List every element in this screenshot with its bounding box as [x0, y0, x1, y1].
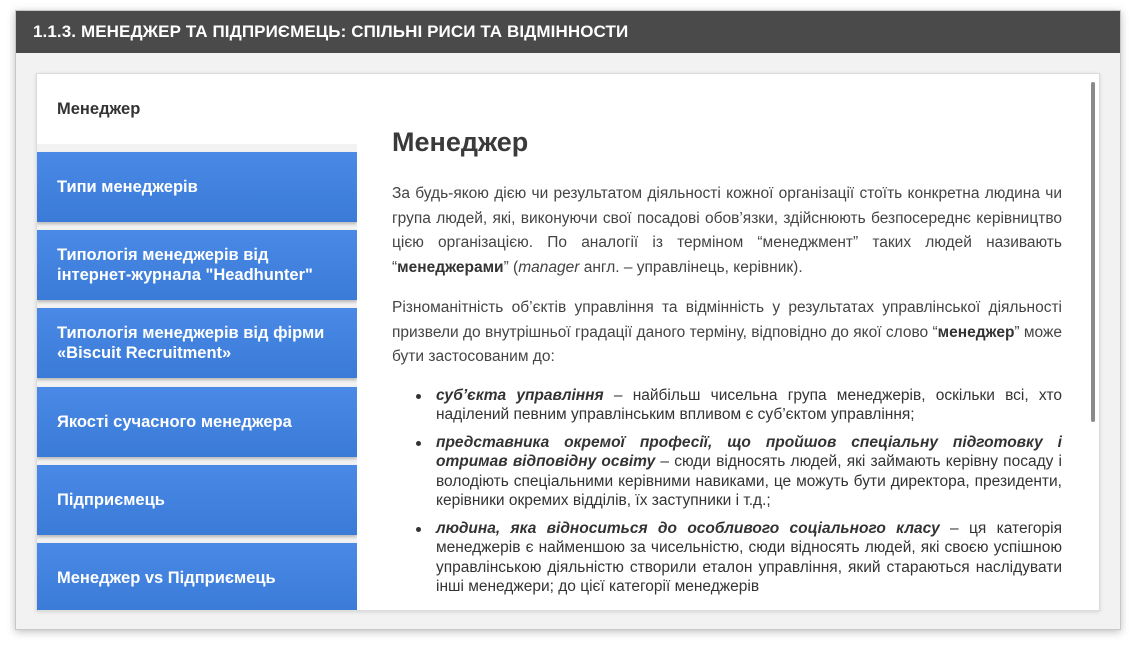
sidebar-item-label: Менеджер [57, 100, 141, 118]
lesson-panel: Менеджер Типи менеджерів Типологія менед… [36, 73, 1100, 611]
sidebar-item-label: Підприємець [57, 491, 165, 509]
gradation-paragraph: Різноманітність об’єктів управління та в… [392, 299, 1062, 365]
sidebar-item-label: Менеджер vs Підприємець [57, 569, 276, 587]
sidebar: Менеджер Типи менеджерів Типологія менед… [37, 74, 357, 610]
sidebar-item-manager-vs-entrepreneur[interactable]: Менеджер vs Підприємець [37, 543, 357, 610]
intro-paragraph: За будь-якою дією чи результатом діяльно… [392, 185, 1062, 276]
sidebar-item-biscuit-typology[interactable]: Типологія менеджерів від фірми «Biscuit … [37, 308, 357, 378]
sidebar-item-label: Якості сучасного менеджера [57, 413, 292, 431]
list-item: представника окремої професії, що пройшо… [416, 433, 1062, 509]
sidebar-item-headhunter-typology[interactable]: Типологія менеджерів від інтернет-журнал… [37, 230, 357, 300]
sidebar-item-entrepreneur[interactable]: Підприємець [37, 465, 357, 535]
window-title: 1.1.3. МЕНЕДЖЕР ТА ПІДПРИЄМЕЦЬ: СПІЛЬНІ … [16, 11, 1120, 53]
sidebar-item-label: Типологія менеджерів від інтернет-журнал… [57, 246, 313, 284]
list-item: людина, яка відноситься до особливого со… [416, 519, 1062, 595]
sidebar-item-label: Типи менеджерів [57, 178, 198, 196]
sidebar-item-manager-qualities[interactable]: Якості сучасного менеджера [37, 387, 357, 457]
sidebar-item-manager-types[interactable]: Типи менеджерів [37, 152, 357, 222]
content-body: Менеджер За будь-якою дією чи результато… [392, 126, 1062, 605]
sidebar-item-label: Типологія менеджерів від фірми «Biscuit … [57, 324, 325, 362]
lesson-window: 1.1.3. МЕНЕДЖЕР ТА ПІДПРИЄМЕЦЬ: СПІЛЬНІ … [15, 10, 1121, 630]
content-area: Менеджер За будь-якою дією чи результато… [357, 74, 1099, 610]
list-item: суб’єкта управління – найбільш чисельна … [416, 386, 1062, 423]
manager-meaning-list: суб’єкта управління – найбільш чисельна … [416, 386, 1062, 597]
content-scrollbar[interactable] [1091, 82, 1095, 422]
sidebar-item-manager[interactable]: Менеджер [37, 74, 357, 144]
content-heading: Менеджер [392, 127, 529, 157]
